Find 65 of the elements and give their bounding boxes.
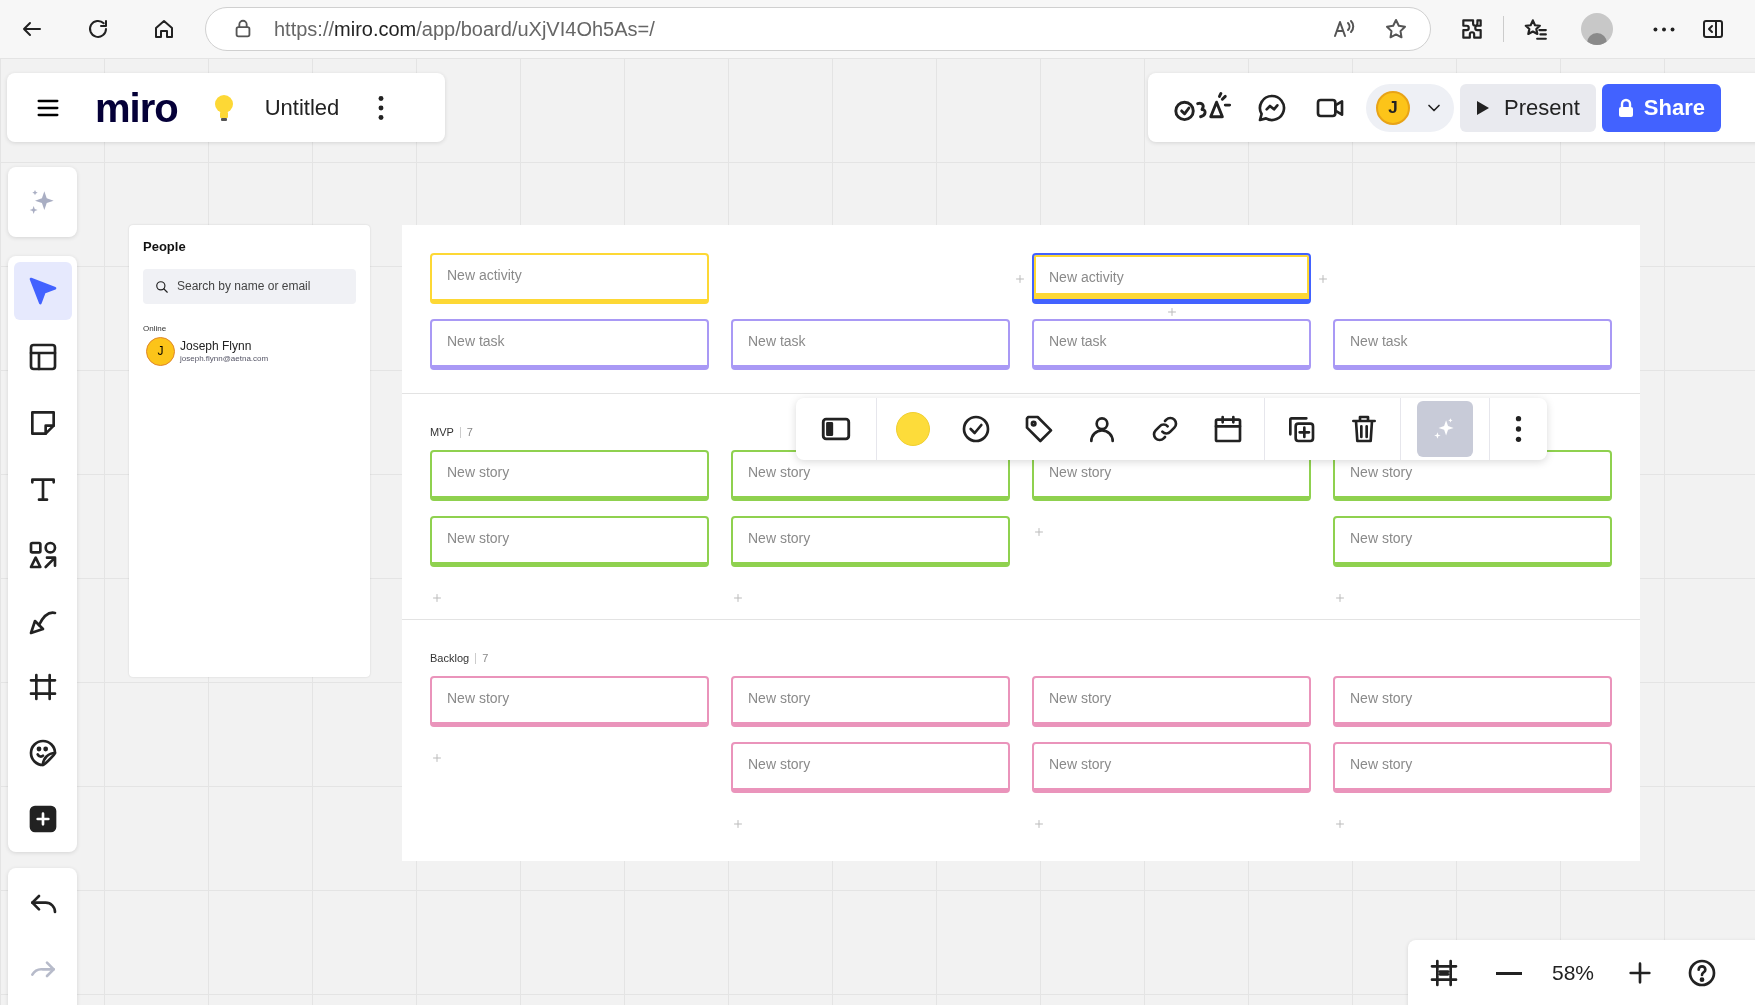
add-icon [1033,818,1045,830]
story-card[interactable]: New story [1333,516,1612,567]
story-card[interactable]: New task [1333,319,1612,370]
logo: miro [95,87,178,128]
group-label: Online [143,322,168,335]
story-card[interactable]: New task [1032,319,1311,370]
check-circle-icon [960,413,992,445]
address-bar[interactable]: https://miro.com/app/board/uXjVI4Oh5As=/ [205,7,1431,51]
more-icon [1515,415,1522,443]
lock-icon [1617,97,1634,118]
color-swatch [896,412,930,446]
story-card[interactable]: New story [731,676,1010,727]
story-card[interactable]: New story [731,516,1010,567]
add-icon [1334,592,1346,604]
story-card[interactable]: New task [430,319,709,370]
tag-icon [1023,413,1055,445]
board-title[interactable]: Untitled [264,91,340,124]
story-card[interactable]: New story [1333,742,1612,793]
share-button[interactable]: Share [1601,83,1721,132]
member-avatar: J [146,336,175,366]
add-icon [732,592,744,604]
add-icon [1033,526,1045,538]
lightbulb-icon [212,93,235,122]
add-icon [431,592,443,604]
reload-icon [86,17,110,41]
home-icon [152,17,176,41]
story-card[interactable]: New story [430,516,709,567]
story-card[interactable]: New activity [1032,253,1311,304]
member-email: joseph.flynn@aetna.com [180,353,269,364]
play-icon [1476,99,1490,116]
collaborators-button[interactable]: J [1366,83,1454,132]
favorite-icon [1384,17,1408,41]
url-text: https://miro.com/app/board/uXjVI4Oh5As=/ [274,17,655,42]
search-field[interactable]: Search by name or email [143,268,356,304]
add-icon [1334,818,1346,830]
favorites-list-icon [1522,16,1548,42]
extensions-icon [1459,16,1485,42]
story-card[interactable]: New story [430,450,709,501]
story-card[interactable]: New story [1032,742,1311,793]
section-title: MVP [430,424,454,440]
user-avatar: J [1376,90,1410,125]
add-icon [732,818,744,830]
item-count: 7 [482,650,489,666]
profile-avatar[interactable] [1581,13,1613,45]
panel-title: People [143,238,187,256]
story-card[interactable]: New task [731,319,1010,370]
zoom-level: 58% [1552,960,1595,987]
minus-icon [1496,971,1522,975]
frame-fit-icon [1428,957,1460,989]
member-name: Joseph Flynn [180,338,253,354]
more-icon [378,94,385,121]
story-card[interactable]: New story [1032,676,1311,727]
add-icon [431,752,443,764]
story-card[interactable]: New activity [430,253,709,304]
story-card[interactable]: New story [1333,676,1612,727]
more-icon[interactable] [1653,26,1675,32]
fit-to-screen-button[interactable] [1428,957,1460,989]
section-title: Backlog [430,650,470,666]
story-card[interactable]: New story [731,742,1010,793]
present-button[interactable]: Present [1460,83,1596,132]
item-count: 7 [466,424,473,440]
story-card[interactable]: New story [430,676,709,727]
search-icon [155,279,169,294]
calendar-icon [1212,413,1244,445]
sidebar-icon [1701,17,1725,41]
